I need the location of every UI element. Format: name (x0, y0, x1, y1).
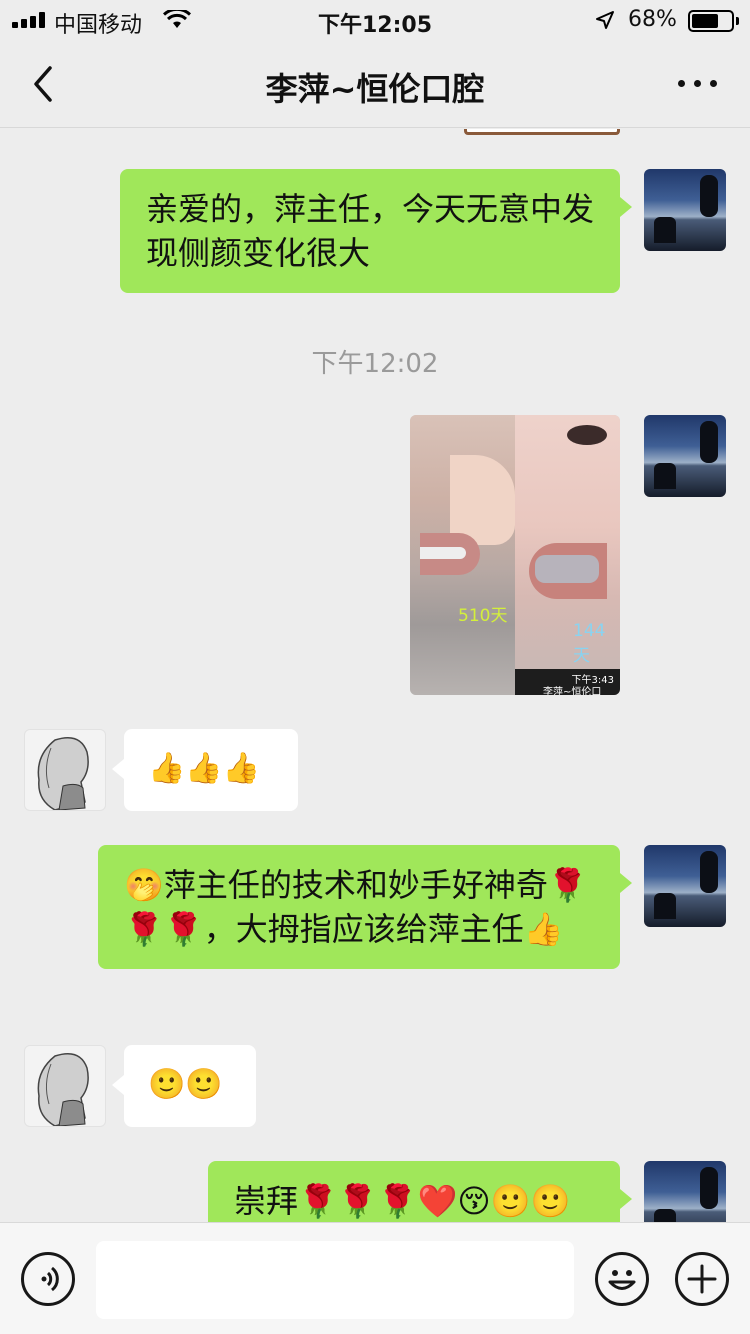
message-timestamp: 下午12:02 (311, 349, 439, 379)
message-bubble-me[interactable]: 崇拜🌹🌹🌹❤️😚🙂🙂 (208, 1161, 632, 1222)
battery-icon (688, 10, 734, 32)
partial-image-message[interactable] (464, 129, 620, 135)
message-text: 👍👍👍 (148, 751, 261, 786)
voice-button[interactable] (21, 1252, 75, 1306)
message-text: 🤭萍主任的技术和妙手好神奇🌹🌹🌹，大拇指应该给萍主任👍 (124, 866, 588, 948)
plus-button[interactable] (675, 1252, 729, 1306)
emoji-button[interactable] (595, 1252, 649, 1306)
chat-title: 李萍~恒伦口腔 (265, 70, 485, 108)
message-input[interactable] (96, 1241, 574, 1319)
my-avatar[interactable] (644, 845, 726, 927)
photo-label-left: 510天 (458, 606, 508, 626)
nav-bar: 李萍~恒伦口腔 (0, 40, 750, 128)
image-message[interactable]: 510天 144天 下午3:43 李萍~恒伦口 (410, 415, 620, 695)
message-bubble-other[interactable]: 🙂🙂 (112, 1045, 256, 1127)
contact-avatar[interactable] (24, 1045, 106, 1127)
message-text: 亲爱的，萍主任，今天无意中发现侧颜变化很大 (146, 190, 595, 272)
plus-icon (687, 1264, 717, 1294)
my-avatar[interactable] (644, 415, 726, 497)
photo-phone-title: 李萍~恒伦口 (543, 687, 602, 695)
emoji-icon (608, 1270, 636, 1290)
photo-label-right: 144天 (573, 621, 606, 666)
photo-phone-bar: 下午3:43 李萍~恒伦口 (515, 669, 620, 695)
my-avatar[interactable] (644, 1161, 726, 1222)
status-bar: 中国移动 下午12:05 68% (0, 0, 750, 40)
input-bar (0, 1222, 750, 1334)
message-text: 🙂🙂 (148, 1067, 223, 1102)
battery-cap (736, 17, 739, 25)
battery-fill (692, 14, 718, 28)
photo-after: 144天 下午3:43 李萍~恒伦口 (515, 415, 620, 695)
ellipsis-icon (678, 80, 685, 87)
photo-before: 510天 (410, 415, 515, 695)
voice-icon (41, 1266, 59, 1292)
more-button[interactable] (676, 70, 720, 98)
my-avatar[interactable] (644, 169, 726, 251)
chat-area[interactable]: 亲爱的，萍主任，今天无意中发现侧颜变化很大 下午12:02 510天 144天 … (0, 129, 750, 1222)
message-bubble-other[interactable]: 👍👍👍 (112, 729, 298, 811)
message-bubble-me[interactable]: 亲爱的，萍主任，今天无意中发现侧颜变化很大 (120, 169, 632, 293)
sketch-portrait-icon (37, 737, 89, 810)
message-bubble-me[interactable]: 🤭萍主任的技术和妙手好神奇🌹🌹🌹，大拇指应该给萍主任👍 (98, 845, 632, 969)
battery-percent: 68% (628, 7, 677, 32)
sketch-portrait-icon (37, 1053, 89, 1126)
message-text: 崇拜🌹🌹🌹❤️😚🙂🙂 (234, 1182, 571, 1220)
location-icon (596, 11, 614, 29)
contact-avatar[interactable] (24, 729, 106, 811)
